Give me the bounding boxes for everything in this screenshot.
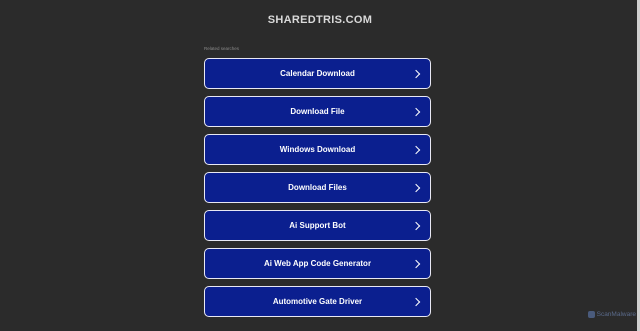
chevron-right-icon [411, 145, 421, 154]
shield-icon [587, 311, 595, 318]
related-searches-label: Related searches [204, 46, 240, 51]
chevron-right-icon [411, 221, 421, 230]
related-search-label: Windows Download [279, 145, 356, 154]
site-title: SHAREDTRIS.COM [267, 14, 373, 26]
related-search-link-download-files[interactable]: Download Files [204, 172, 431, 203]
related-search-link-windows-download[interactable]: Windows Download [204, 134, 431, 165]
related-search-label: Ai Support Bot [289, 221, 346, 230]
related-search-link-download-file[interactable]: Download File [204, 96, 431, 127]
page: SHAREDTRIS.COM Related searches Calendar… [0, 0, 640, 331]
chevron-right-icon [411, 297, 421, 306]
related-search-link-ai-support-bot[interactable]: Ai Support Bot [204, 210, 431, 241]
chevron-right-icon [411, 259, 421, 268]
chevron-right-icon [411, 69, 421, 78]
scanmalware-badge[interactable]: ScanMalware [587, 311, 636, 318]
related-search-label: Ai Web App Code Generator [263, 259, 372, 268]
chevron-right-icon [411, 107, 421, 116]
related-search-label: Download Files [288, 183, 347, 192]
related-search-label: Download File [290, 107, 345, 116]
related-search-link-automotive-gate-driver[interactable]: Automotive Gate Driver [204, 286, 431, 317]
related-search-label: Automotive Gate Driver [272, 297, 363, 306]
chevron-right-icon [411, 183, 421, 192]
scanmalware-label: ScanMalware [596, 311, 636, 318]
related-search-label: Calendar Download [280, 69, 355, 78]
related-search-link-ai-web-app-code-generator[interactable]: Ai Web App Code Generator [204, 248, 431, 279]
related-search-link-calendar-download[interactable]: Calendar Download [204, 58, 431, 89]
related-searches-list: Calendar Download Download File Windows … [204, 58, 431, 324]
